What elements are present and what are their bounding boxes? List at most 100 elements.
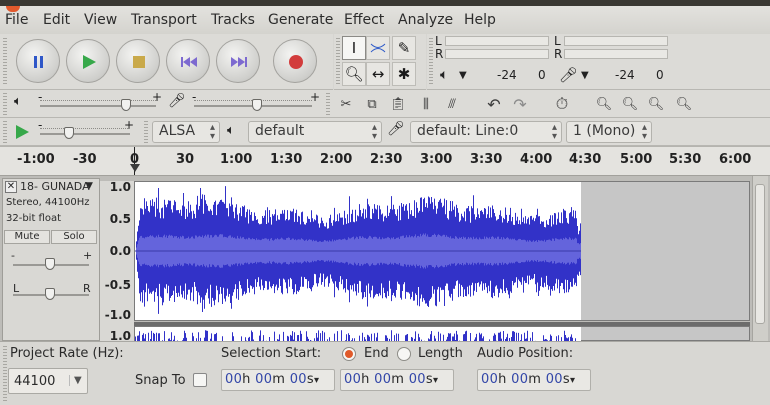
- selection-start-time[interactable]: 00h 00m 00s▾: [221, 369, 335, 391]
- play-speed-knob[interactable]: [64, 127, 74, 139]
- record-meter-right[interactable]: [445, 49, 549, 59]
- selection-tool-icon[interactable]: I: [342, 36, 366, 60]
- chevron-down-icon[interactable]: ▼: [459, 70, 467, 81]
- silence-audio-icon[interactable]: ⫻: [440, 92, 464, 116]
- meter-label-r: R: [435, 47, 444, 61]
- end-radio[interactable]: [342, 347, 356, 361]
- playback-device-value: default: [255, 123, 305, 139]
- minutes-unit: m: [528, 372, 542, 387]
- pause-button[interactable]: [16, 39, 60, 83]
- ruler-tick-label: 5:00: [620, 152, 653, 167]
- toolbar-grip[interactable]: [3, 346, 7, 402]
- menu-analyze[interactable]: Analyze: [398, 12, 453, 28]
- zoom-tool-icon[interactable]: 🔍︎: [342, 62, 366, 86]
- scale-label: 0.0: [109, 244, 131, 258]
- project-rate-combo[interactable]: 44100 ▼: [8, 368, 88, 394]
- play-speed-slider[interactable]: [40, 133, 130, 135]
- redo-icon[interactable]: ↷: [508, 92, 532, 116]
- audio-position-time[interactable]: 00h 00m 00s▾: [477, 369, 591, 391]
- chevron-down-icon[interactable]: ▾: [570, 375, 575, 386]
- chevron-down-icon[interactable]: ▼: [86, 181, 93, 191]
- recording-device-select[interactable]: default: Line:0 ▴ ▾: [410, 121, 562, 143]
- pan-knob[interactable]: [45, 288, 55, 300]
- toolbar-grip[interactable]: [326, 93, 330, 115]
- copy-icon[interactable]: ⧉: [360, 92, 384, 116]
- chevron-down-icon[interactable]: ▼: [69, 375, 82, 386]
- input-volume-knob[interactable]: [252, 99, 262, 111]
- scale-label: 0.5: [109, 212, 131, 226]
- time-shift-tool-icon[interactable]: ↔: [366, 62, 390, 86]
- vertical-scale[interactable]: 1.0 0.5 0.0 -0.5 -1.0 1.0: [100, 180, 134, 343]
- snap-to-checkbox[interactable]: [193, 373, 207, 387]
- menu-transport[interactable]: Transport: [131, 12, 197, 28]
- spin-arrows-icon: ▴ ▾: [551, 122, 557, 142]
- playback-device-select[interactable]: default ▴ ▾: [248, 121, 382, 143]
- toolbar-grip[interactable]: [336, 38, 340, 86]
- hours-unit: h: [242, 372, 251, 387]
- output-volume-knob[interactable]: [121, 99, 131, 111]
- audio-host-select[interactable]: ALSA ▴ ▾: [152, 121, 220, 143]
- zoom-in-icon[interactable]: 🔍︎: [592, 92, 616, 116]
- record-icon: [274, 40, 318, 84]
- vertical-scrollbar[interactable]: [752, 176, 768, 341]
- gain-knob[interactable]: [45, 258, 55, 270]
- record-button[interactable]: [273, 39, 317, 83]
- recording-channels-select[interactable]: 1 (Mono) ▴ ▾: [566, 121, 652, 143]
- mute-button[interactable]: Mute: [4, 230, 50, 244]
- chevron-down-icon[interactable]: ▼: [581, 70, 589, 81]
- fit-project-icon[interactable]: 🔍︎: [672, 92, 696, 116]
- close-track-icon[interactable]: ✕: [5, 181, 17, 193]
- menu-file[interactable]: File: [5, 12, 28, 28]
- chevron-down-icon[interactable]: ▾: [433, 375, 438, 386]
- menu-generate[interactable]: Generate: [268, 12, 333, 28]
- paste-icon[interactable]: 📋︎: [386, 92, 410, 116]
- stop-button[interactable]: [116, 39, 160, 83]
- play-button[interactable]: [66, 39, 110, 83]
- skip-to-start-button[interactable]: [166, 39, 210, 83]
- device-toolbar-row: - + ALSA ▴ ▾ 🔈︎ default ▴ ▾ 🎤︎ default: Li…: [0, 118, 770, 146]
- solo-button[interactable]: Solo: [51, 230, 97, 244]
- menu-view[interactable]: View: [84, 12, 117, 28]
- track-name-menu[interactable]: 18- GUNADA: [20, 180, 90, 193]
- menu-effect[interactable]: Effect: [344, 12, 384, 28]
- menu-tracks[interactable]: Tracks: [211, 12, 255, 28]
- envelope-tool-icon[interactable]: [366, 36, 390, 60]
- output-volume-slider[interactable]: [40, 105, 156, 107]
- toolbar-grip[interactable]: [429, 38, 433, 86]
- speaker-icon: 🔈︎: [14, 94, 22, 109]
- toolbar-grip[interactable]: [144, 121, 148, 143]
- waveform-right-channel[interactable]: [134, 326, 750, 342]
- undo-icon[interactable]: ↶: [482, 92, 506, 116]
- play-at-speed-button[interactable]: [10, 120, 34, 144]
- toolbar-grip[interactable]: [3, 121, 7, 143]
- scale-label: -1.0: [104, 308, 131, 322]
- fit-selection-icon[interactable]: 🔍︎: [644, 92, 668, 116]
- length-radio[interactable]: [397, 347, 411, 361]
- zoom-out-icon[interactable]: 🔍︎: [618, 92, 642, 116]
- chevron-down-icon[interactable]: ▾: [314, 375, 319, 386]
- slider-ticks: [40, 128, 130, 129]
- multi-tool-icon[interactable]: ✱: [392, 62, 416, 86]
- playback-meter-right[interactable]: [564, 49, 668, 59]
- skip-to-end-button[interactable]: [216, 39, 260, 83]
- track-area: ✕ 18- GUNADA ▼ Stereo, 44100Hz 32-bit fl…: [0, 176, 770, 343]
- waveform-display[interactable]: [134, 181, 750, 321]
- slider-min-label: -: [38, 90, 43, 104]
- timeline-ruler[interactable]: -1:00 -30 0 30 1:00 1:30 2:00 2:30 3:00 …: [0, 146, 770, 176]
- cut-icon[interactable]: ✂: [334, 92, 358, 116]
- playback-meter-left[interactable]: [564, 36, 668, 46]
- menu-help[interactable]: Help: [464, 12, 496, 28]
- ruler-tick-label: 3:00: [420, 152, 453, 167]
- selection-end-time[interactable]: 00h 00m 00s▾: [340, 369, 454, 391]
- sync-lock-icon[interactable]: ⏱: [550, 92, 574, 116]
- toolbar-grip[interactable]: [3, 38, 7, 86]
- ruler-tick-label: 3:30: [470, 152, 503, 167]
- microphone-icon[interactable]: 🎤︎: [559, 66, 578, 84]
- trim-audio-icon[interactable]: ⫼: [414, 92, 438, 116]
- speaker-icon[interactable]: 🔈︎: [440, 67, 448, 83]
- scrollbar-thumb[interactable]: [755, 184, 765, 324]
- record-meter-left[interactable]: [445, 36, 549, 46]
- draw-tool-icon[interactable]: ✎: [392, 36, 416, 60]
- toolbar-grip[interactable]: [3, 93, 7, 115]
- menu-edit[interactable]: Edit: [43, 12, 70, 28]
